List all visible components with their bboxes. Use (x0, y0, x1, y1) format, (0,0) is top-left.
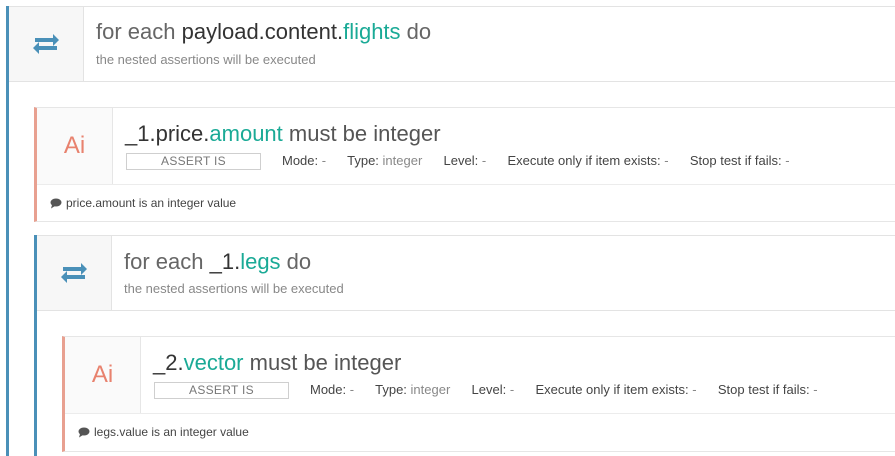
type-value: integer (382, 153, 423, 168)
loop-path: payload.content. (181, 19, 344, 44)
level-label: Level: (471, 382, 507, 397)
assertion-title: _1.price.amount must be integer (125, 121, 441, 147)
type-label: Type: (347, 153, 379, 168)
assertion-comment: legs.value is an integer value (78, 425, 249, 439)
exec-value: - (664, 153, 669, 168)
comment-icon (50, 198, 62, 208)
assertion-path: _1.price. (125, 121, 210, 146)
stop-value: - (785, 153, 790, 168)
loop-path: _1. (209, 249, 241, 274)
loop-icon-box[interactable] (37, 236, 112, 310)
type-label: Type: (375, 382, 407, 397)
assertion-field: vector (183, 350, 244, 375)
exec-label: Execute only if item exists: (535, 382, 689, 397)
loop-prefix: for each (124, 249, 210, 274)
type-value: integer (410, 382, 451, 397)
stop-value: - (813, 382, 818, 397)
loop-suffix: do (280, 249, 312, 274)
loop-block-legs: for each _1.legs do the nested assertion… (37, 235, 895, 311)
comment-text: legs.value is an integer value (94, 425, 249, 439)
assertion-rest: must be integer (282, 121, 441, 146)
loop-field: flights (343, 19, 401, 44)
loop-title: for each payload.content.flights do (96, 19, 431, 45)
loop-suffix: do (400, 19, 432, 44)
level-value: - (509, 382, 515, 397)
comment-text: price.amount is an integer value (66, 196, 237, 210)
loop-subtitle: the nested assertions will be executed (96, 52, 316, 67)
assert-type-badge: ASSERT IS (126, 153, 261, 170)
card-divider (65, 413, 895, 414)
stop-label: Stop test if fails: (689, 153, 782, 168)
loop-prefix: for each (96, 19, 182, 44)
assertion-meta: Mode: - Type: integer Level: - Execute o… (282, 153, 790, 168)
assertion-card-vector[interactable]: Ai _2.vector must be integer ASSERT IS M… (62, 336, 895, 452)
assertion-meta: Mode: - Type: integer Level: - Execute o… (310, 382, 818, 397)
mode-value: - (321, 153, 327, 168)
mode-label: Mode: (282, 153, 319, 168)
assertion-card-amount[interactable]: Ai _1.price.amount must be integer ASSER… (34, 107, 895, 222)
assert-type-badge: ASSERT IS (154, 382, 289, 399)
card-divider (37, 184, 895, 185)
exec-label: Execute only if item exists: (507, 153, 661, 168)
assertion-icon-text: Ai (91, 361, 114, 388)
assertion-field: amount (209, 121, 283, 146)
comment-icon (78, 427, 90, 437)
loop-icon-box[interactable] (9, 7, 84, 81)
mode-label: Mode: (310, 382, 347, 397)
assertion-title: _2.vector must be integer (153, 350, 401, 376)
mode-value: - (349, 382, 355, 397)
assertion-icon-text: Ai (63, 132, 86, 159)
level-label: Level: (443, 153, 479, 168)
repeat-icon (33, 34, 59, 54)
exec-value: - (692, 382, 697, 397)
assertion-icon: Ai (37, 108, 113, 184)
repeat-icon (61, 263, 87, 283)
assertion-path: _2. (153, 350, 184, 375)
assertion-icon: Ai (65, 337, 141, 413)
assertion-rest: must be integer (243, 350, 402, 375)
loop-block-flights: for each payload.content.flights do the … (9, 6, 895, 82)
assertion-comment: price.amount is an integer value (50, 196, 236, 210)
loop-subtitle: the nested assertions will be executed (124, 281, 344, 296)
level-value: - (481, 153, 487, 168)
stop-label: Stop test if fails: (717, 382, 810, 397)
loop-title: for each _1.legs do (124, 249, 311, 275)
loop-field: legs (240, 249, 281, 274)
